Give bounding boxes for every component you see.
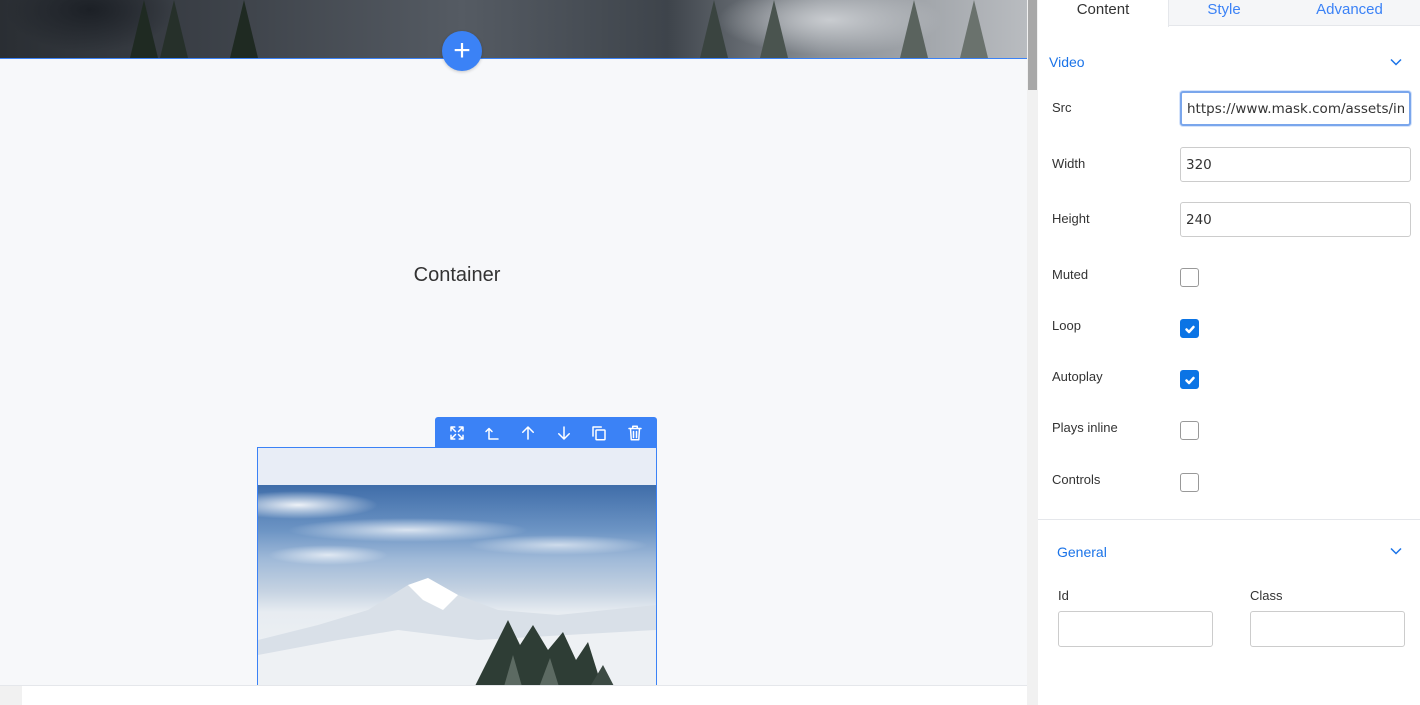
tab-content[interactable]: Content	[1038, 0, 1169, 27]
tree-shape	[700, 0, 728, 58]
chevron-down-icon[interactable]	[1389, 55, 1403, 69]
move-up-icon[interactable]	[516, 421, 540, 445]
copy-icon[interactable]	[587, 421, 611, 445]
class-input[interactable]	[1250, 611, 1405, 647]
video-section-title[interactable]: Video	[1049, 54, 1085, 70]
section-divider	[1038, 519, 1420, 520]
autoplay-label: Autoplay	[1052, 369, 1103, 384]
cloud-layer	[258, 485, 656, 575]
src-label: Src	[1052, 100, 1072, 115]
tree-shape	[230, 0, 258, 58]
loop-checkbox[interactable]	[1180, 319, 1199, 338]
tree-shape	[760, 0, 788, 58]
checkmark-icon	[1184, 325, 1195, 333]
controls-label: Controls	[1052, 472, 1101, 487]
tree-shape	[160, 0, 188, 58]
move-down-icon[interactable]	[552, 421, 576, 445]
header-section-image[interactable]	[0, 0, 1027, 59]
general-section-title[interactable]: General	[1057, 544, 1107, 560]
bottom-corner	[0, 686, 22, 705]
class-label: Class	[1250, 588, 1283, 603]
element-toolbar	[435, 417, 657, 448]
editor-canvas[interactable]: + Container	[0, 0, 1027, 705]
muted-label: Muted	[1052, 267, 1089, 282]
tree-shape	[960, 0, 988, 58]
id-input[interactable]	[1058, 611, 1213, 647]
plays-inline-label: Plays inline	[1052, 420, 1118, 435]
tab-style[interactable]: Style	[1169, 0, 1279, 26]
settings-panel: Content Style Advanced Video Src Width H…	[1038, 0, 1420, 705]
autoplay-checkbox[interactable]	[1180, 370, 1199, 389]
checkmark-icon	[1184, 376, 1195, 384]
chevron-down-icon[interactable]	[1389, 544, 1403, 558]
muted-checkbox[interactable]	[1180, 268, 1199, 287]
loop-label: Loop	[1052, 318, 1081, 333]
canvas-bottom-bar	[0, 685, 1027, 705]
delete-icon[interactable]	[623, 421, 647, 445]
src-input[interactable]	[1180, 91, 1411, 126]
width-input[interactable]	[1180, 147, 1411, 182]
id-label: Id	[1058, 588, 1069, 603]
add-section-button[interactable]: +	[442, 31, 482, 71]
width-label: Width	[1052, 156, 1086, 171]
tree-shape	[900, 0, 928, 58]
canvas-scrollbar[interactable]	[1027, 0, 1038, 705]
height-input[interactable]	[1180, 202, 1411, 237]
container-placeholder-label: Container	[413, 264, 501, 286]
tab-advanced[interactable]: Advanced	[1279, 0, 1420, 26]
scrollbar-thumb[interactable]	[1028, 0, 1037, 90]
panel-tabs: Content Style Advanced	[1038, 0, 1420, 27]
fullscreen-icon[interactable]	[445, 421, 469, 445]
controls-checkbox[interactable]	[1180, 473, 1199, 492]
mountain-scene	[258, 578, 656, 686]
height-label: Height	[1052, 211, 1090, 226]
video-element[interactable]	[257, 447, 657, 687]
tree-shape	[130, 0, 158, 58]
plays-inline-checkbox[interactable]	[1180, 421, 1199, 440]
select-parent-icon[interactable]	[480, 421, 504, 445]
video-poster-image	[258, 485, 656, 686]
